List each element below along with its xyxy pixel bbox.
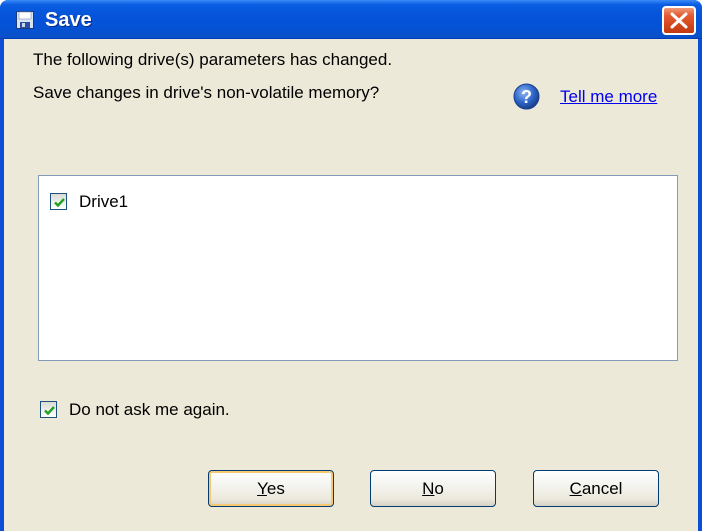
checkmark-icon [44,406,55,416]
svg-text:?: ? [521,87,532,107]
no-button[interactable]: No [370,470,496,507]
save-dialog: Save The following drive(s) parameters h… [0,0,702,531]
drive-list[interactable]: Drive1 [38,175,678,361]
message-line-1: The following drive(s) parameters has ch… [33,50,393,69]
message-line-2: Save changes in drive's non-volatile mem… [33,83,380,102]
close-button[interactable] [662,6,696,35]
help-icon[interactable]: ? [513,83,540,110]
drive-checkbox[interactable] [50,193,67,210]
tell-me-more-link[interactable]: Tell me more [560,86,657,108]
title-bar[interactable]: Save [0,0,702,39]
checkmark-icon [54,198,65,208]
dont-ask-label: Do not ask me again. [69,400,230,419]
dont-ask-option[interactable]: Do not ask me again. [40,399,340,421]
yes-button[interactable]: Yes [208,470,334,507]
floppy-disk-icon [16,11,34,29]
close-icon [670,12,688,29]
window-title: Save [45,9,92,31]
list-item[interactable]: Drive1 [50,191,250,213]
cancel-button[interactable]: Cancel [533,470,659,507]
dont-ask-checkbox[interactable] [40,401,57,418]
drive-label: Drive1 [79,192,129,211]
